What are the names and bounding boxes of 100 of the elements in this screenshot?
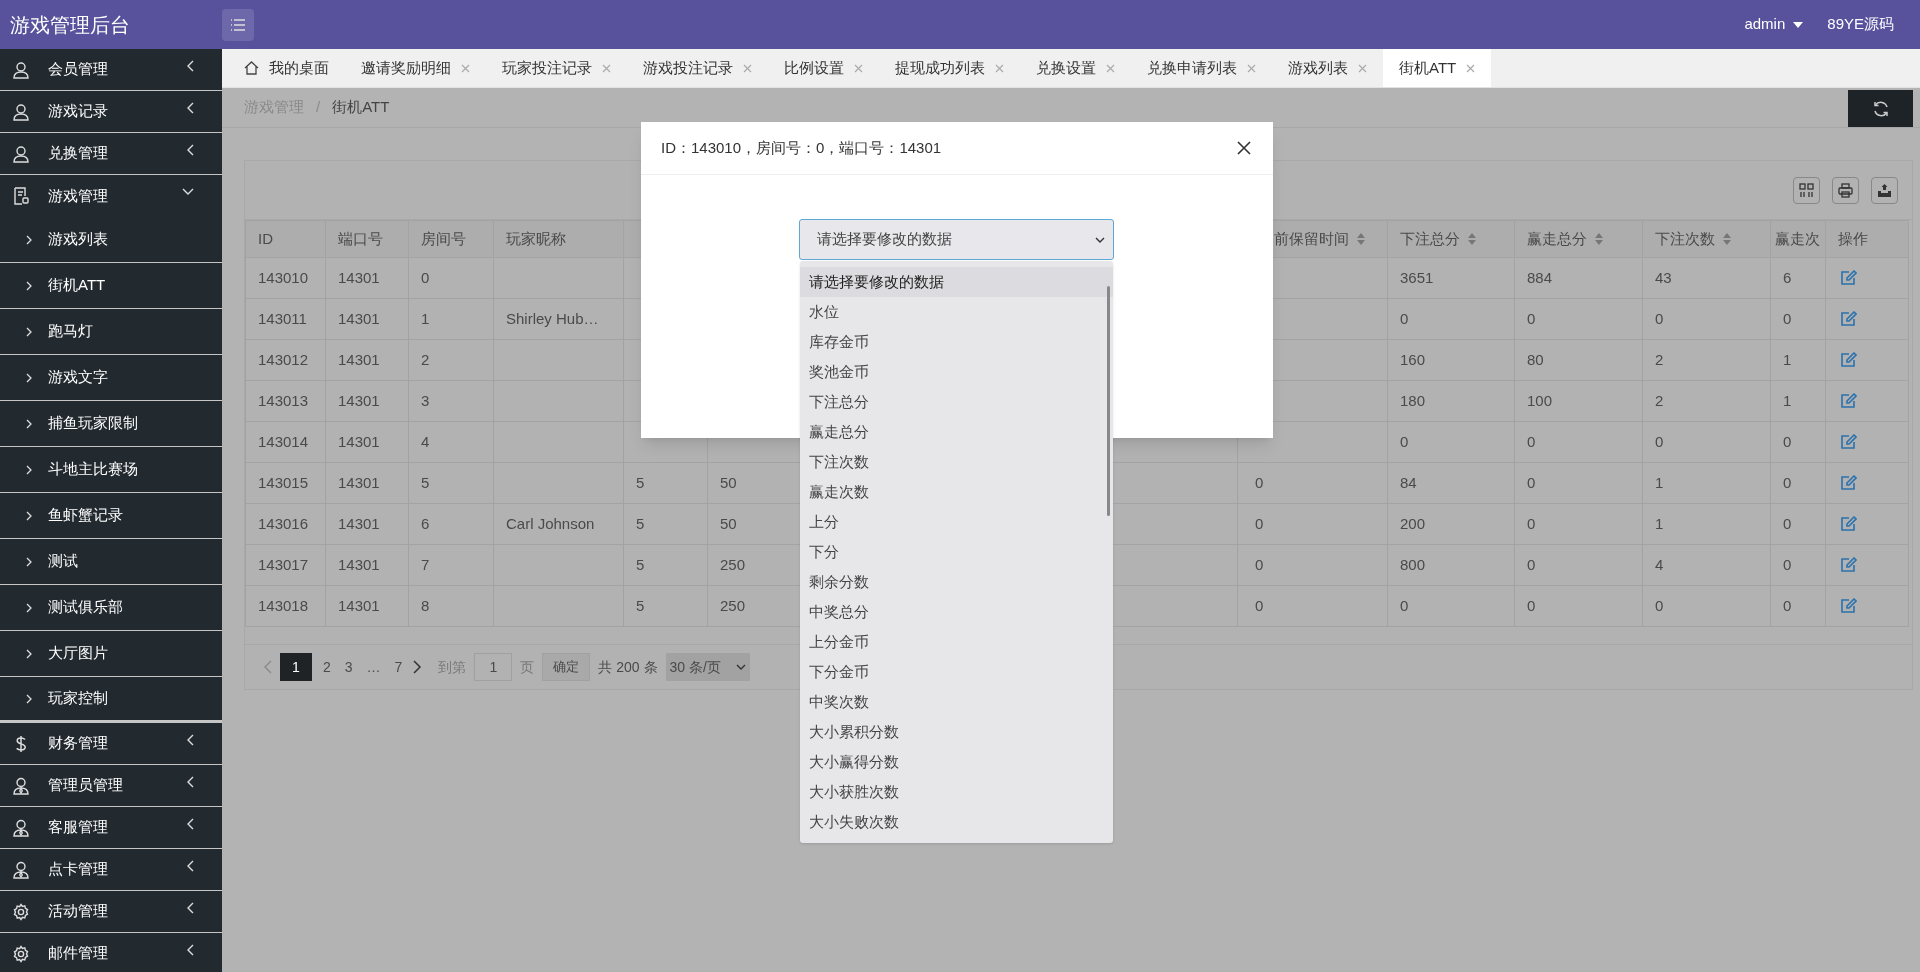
sidebar-subitem[interactable]: 玩家控制 (0, 677, 222, 723)
edit-icon[interactable] (1840, 598, 1857, 614)
refresh-button[interactable] (1848, 90, 1913, 127)
edit-icon[interactable] (1840, 475, 1857, 491)
data-select[interactable]: 请选择要修改的数据 (799, 219, 1114, 260)
chevron-right-icon (26, 326, 32, 337)
sidebar-subitem[interactable]: 捕鱼玩家限制 (0, 401, 222, 447)
dropdown-option[interactable]: 大小赢得分数 (800, 747, 1113, 777)
dropdown-option[interactable]: 剩余分数 (800, 567, 1113, 597)
sidebar-item[interactable]: 财务管理 (0, 723, 222, 765)
close-icon[interactable] (1358, 63, 1367, 73)
page-size-select[interactable]: 30 条/页 (665, 653, 750, 681)
tab[interactable]: 提现成功列表 (879, 49, 1020, 87)
close-icon[interactable] (743, 63, 752, 73)
page-button[interactable]: 3 (341, 653, 356, 681)
sort-icon[interactable] (1468, 233, 1476, 245)
print-button[interactable] (1832, 176, 1859, 204)
confirm-button[interactable]: 确定 (542, 653, 591, 681)
export-button[interactable] (1871, 176, 1898, 204)
edit-icon[interactable] (1840, 434, 1857, 450)
close-icon[interactable] (461, 63, 470, 73)
sidebar-item[interactable]: 点卡管理 (0, 849, 222, 891)
page-button[interactable]: … (363, 653, 384, 681)
sidebar-subitem[interactable]: 跑马灯 (0, 309, 222, 355)
table-cell: 6 (1783, 268, 1792, 286)
edit-icon[interactable] (1840, 393, 1857, 409)
dropdown-option[interactable]: 大小获胜次数 (800, 777, 1113, 807)
sidebar-subitem[interactable]: 大厅图片 (0, 631, 222, 677)
dropdown-option[interactable]: 赢走总分 (800, 417, 1113, 447)
sidebar-subitem[interactable]: 街机ATT (0, 263, 222, 309)
columns-button[interactable] (1793, 176, 1820, 204)
close-icon[interactable] (854, 63, 863, 73)
close-icon[interactable] (1247, 63, 1256, 73)
dropdown-option[interactable]: 下注总分 (800, 387, 1113, 417)
dropdown-option[interactable]: 大小失败次数 (800, 807, 1113, 837)
tab[interactable]: 街机ATT (1383, 49, 1492, 87)
table-cell: 8 (421, 596, 430, 614)
sidebar-item[interactable]: 游戏记录 (0, 91, 222, 133)
dropdown-option[interactable]: 下注次数 (800, 447, 1113, 477)
tab[interactable]: 兑换申请列表 (1131, 49, 1272, 87)
sidebar-subitem[interactable]: 游戏列表 (0, 217, 222, 263)
dropdown-option[interactable]: 上分金币 (800, 627, 1113, 657)
table-cell: 43 (1655, 268, 1672, 286)
dropdown-option[interactable]: 水位 (800, 297, 1113, 327)
table-cell: 3 (421, 391, 430, 409)
tab[interactable]: 游戏列表 (1272, 49, 1383, 87)
chevron-down-icon (735, 664, 746, 670)
dropdown-option[interactable]: 下分 (800, 537, 1113, 567)
sidebar-subitem[interactable]: 鱼虾蟹记录 (0, 493, 222, 539)
edit-icon[interactable] (1840, 352, 1857, 368)
close-button[interactable] (1235, 139, 1253, 157)
sidebar-subitem[interactable]: 斗地主比赛场 (0, 447, 222, 493)
page-button[interactable]: 2 (320, 653, 334, 681)
dropdown-option[interactable]: 中奖次数 (800, 687, 1113, 717)
sidebar-subitem[interactable]: 游戏文字 (0, 355, 222, 401)
person-icon (12, 818, 30, 837)
sort-icon[interactable] (1595, 233, 1603, 245)
sidebar-item[interactable]: 兑换管理 (0, 133, 222, 175)
sidebar-item[interactable]: 管理员管理 (0, 765, 222, 807)
sidebar-item[interactable]: 游戏管理 (0, 175, 222, 217)
dropdown-option[interactable]: 库存金币 (800, 327, 1113, 357)
dropdown-option[interactable]: 请选择要修改的数据 (800, 267, 1113, 297)
next-page-icon[interactable] (413, 660, 423, 674)
menu-toggle-button[interactable] (222, 8, 254, 41)
table-cell: 0 (1255, 514, 1264, 532)
close-icon[interactable] (602, 63, 611, 73)
sidebar-subitem[interactable]: 测试俱乐部 (0, 585, 222, 631)
page-button[interactable]: 1 (280, 653, 312, 681)
edit-icon[interactable] (1840, 311, 1857, 327)
dropdown-option[interactable]: 中奖总分 (800, 597, 1113, 627)
sidebar-item[interactable]: 活动管理 (0, 891, 222, 933)
column-header: ID (258, 228, 273, 249)
dropdown-option[interactable]: 赢走次数 (800, 477, 1113, 507)
tab[interactable]: 玩家投注记录 (486, 49, 627, 87)
close-icon[interactable] (1106, 63, 1115, 73)
sort-icon[interactable] (1357, 233, 1365, 245)
site-link[interactable]: 89YE源码 (1827, 13, 1894, 36)
tab[interactable]: 兑换设置 (1020, 49, 1131, 87)
dropdown-option[interactable]: 下分金币 (800, 657, 1113, 687)
tab[interactable]: 比例设置 (768, 49, 879, 87)
edit-icon[interactable] (1840, 516, 1857, 532)
dropdown-option[interactable]: 奖池金币 (800, 357, 1113, 387)
edit-icon[interactable] (1840, 557, 1857, 573)
tab[interactable]: 我的桌面 (228, 49, 345, 87)
close-icon[interactable] (1466, 63, 1476, 73)
tab[interactable]: 邀请奖励明细 (345, 49, 486, 87)
sidebar-item[interactable]: 客服管理 (0, 807, 222, 849)
scrollbar-thumb[interactable] (1107, 286, 1110, 516)
page-input[interactable]: 1 (474, 653, 513, 681)
page-button[interactable]: 7 (391, 653, 406, 681)
edit-icon[interactable] (1840, 270, 1857, 286)
user-menu[interactable]: admin (1744, 13, 1804, 36)
close-icon[interactable] (995, 63, 1004, 73)
sidebar-item[interactable]: 邮件管理 (0, 933, 222, 972)
sort-icon[interactable] (1723, 233, 1731, 245)
tab[interactable]: 游戏投注记录 (627, 49, 768, 87)
previous-page-icon[interactable] (263, 660, 272, 674)
dropdown-option[interactable]: 大小累积分数 (800, 717, 1113, 747)
dropdown-option[interactable]: 上分 (800, 507, 1113, 537)
sidebar-subitem[interactable]: 测试 (0, 539, 222, 585)
